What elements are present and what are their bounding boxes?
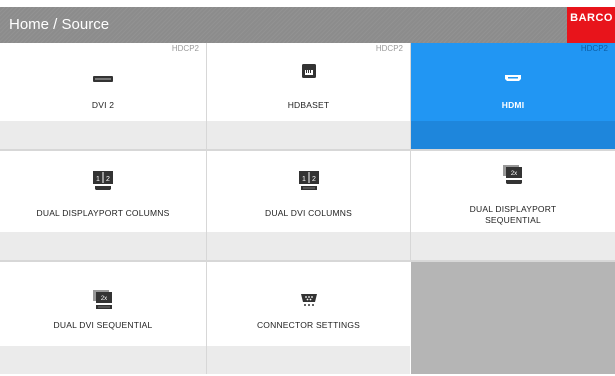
hdcp-badge: HDCP2 (580, 44, 608, 53)
source-tile-dual-displayport-columns[interactable]: 12 DUAL DISPLAYPORT COLUMNS (0, 151, 206, 260)
tile-status-bar (411, 232, 615, 260)
tile-status-bar (207, 346, 410, 374)
empty-tile (411, 262, 615, 374)
sequential-marker: 2x (101, 296, 107, 302)
column-divider (206, 43, 207, 374)
hdcp-badge: HDCP2 (171, 44, 199, 53)
source-tile-dual-displayport-sequential[interactable]: 2x DUAL DISPLAYPORT SEQUENTIAL (411, 151, 615, 260)
column-2-number: 2 (106, 176, 110, 183)
dual-displayport-columns-icon: 12 (93, 171, 113, 196)
source-tile-dvi2[interactable]: HDCP2 DVI 2 (0, 43, 206, 149)
tile-status-bar (207, 121, 410, 149)
dual-displayport-sequential-icon: 2x (503, 165, 523, 190)
dvi-connector-icon (93, 70, 113, 88)
header-bar: Home / Source BARCO (0, 7, 615, 43)
breadcrumb-title: Home / Source (9, 16, 110, 33)
tile-status-bar (0, 346, 206, 374)
source-tile-hdmi[interactable]: HDCP2 HDMI (411, 43, 615, 149)
source-tile-dual-dvi-sequential[interactable]: 2x DUAL DVI SEQUENTIAL (0, 262, 206, 374)
barco-logo: BARCO (567, 7, 615, 43)
source-tile-label: DUAL DISPLAYPORT SEQUENTIAL (469, 204, 557, 225)
source-tile-label: HDBASET (287, 100, 330, 110)
hdcp-badge: HDCP2 (375, 44, 403, 53)
sequential-marker: 2x (511, 171, 517, 177)
column-2-number: 2 (312, 176, 316, 183)
row-divider (0, 149, 615, 151)
barco-logo-text: BARCO (570, 12, 613, 24)
tile-status-bar (411, 121, 615, 149)
source-tile-label: DUAL DISPLAYPORT COLUMNS (36, 208, 170, 218)
tile-status-bar (0, 121, 206, 149)
source-tile-label: DUAL DVI SEQUENTIAL (53, 320, 153, 330)
row-divider (0, 260, 615, 262)
connector-settings-icon (300, 293, 317, 312)
source-tile-label: DVI 2 (91, 100, 115, 110)
hdmi-connector-icon (505, 69, 521, 87)
dual-dvi-columns-icon: 12 (298, 171, 319, 196)
source-tile-hdbaset[interactable]: HDCP2 HDBASET (207, 43, 410, 149)
column-divider (410, 43, 411, 262)
tile-status-bar (0, 232, 206, 260)
source-tile-connector-settings[interactable]: CONNECTOR SETTINGS (207, 262, 410, 374)
dual-dvi-sequential-icon: 2x (93, 290, 113, 315)
column-1-number: 1 (302, 176, 306, 183)
rj45-connector-icon (301, 64, 316, 83)
source-tile-dual-dvi-columns[interactable]: 12 DUAL DVI COLUMNS (207, 151, 410, 260)
column-1-number: 1 (96, 176, 100, 183)
source-tile-label: DUAL DVI COLUMNS (265, 208, 352, 218)
source-tile-label: HDMI (501, 100, 525, 110)
source-tile-label: CONNECTOR SETTINGS (256, 320, 361, 330)
tile-status-bar (207, 232, 410, 260)
